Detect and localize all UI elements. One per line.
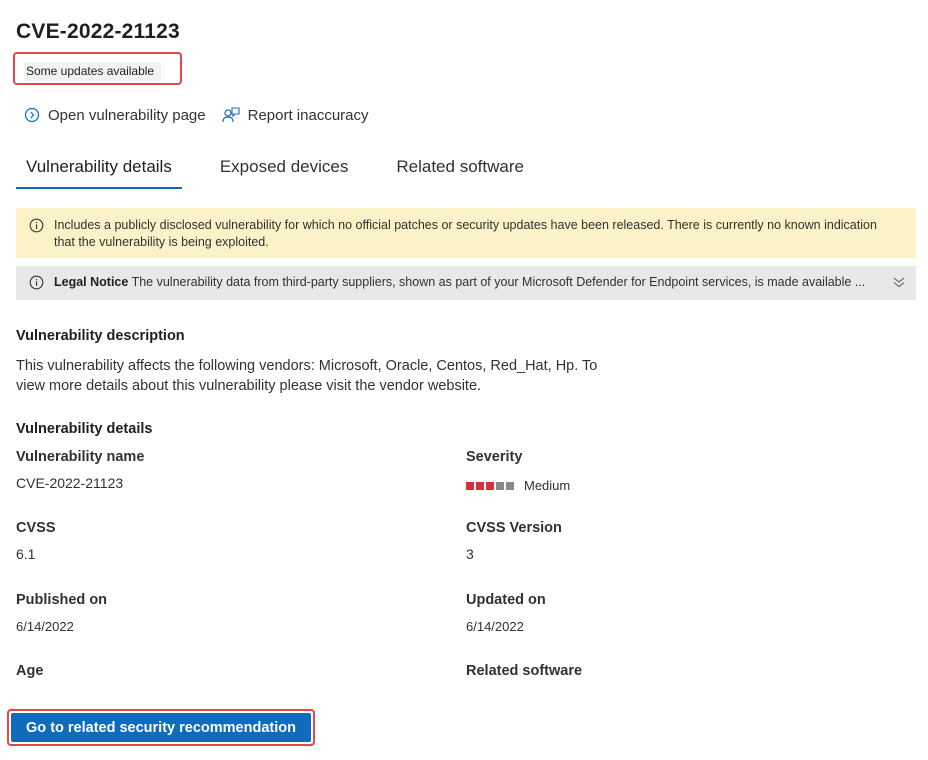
description-line-1: This vulnerability affects the following… xyxy=(16,358,598,374)
description-text: This vulnerability affects the following… xyxy=(16,356,616,396)
warning-text-line-2: that the vulnerability is being exploite… xyxy=(54,235,269,249)
severity-bar-segment xyxy=(496,481,504,490)
status-badge-highlight: Some updates available xyxy=(13,52,182,85)
cvss-value: 6.1 xyxy=(16,546,36,562)
action-bar: Open vulnerability page Report inaccurac… xyxy=(24,106,385,124)
severity-bar-segment xyxy=(486,481,494,490)
published-on-label: Published on xyxy=(16,592,108,608)
cta-highlight: Go to related security recommendation xyxy=(7,709,315,746)
tab-related-software[interactable]: Related software xyxy=(386,157,534,189)
info-icon xyxy=(29,275,44,290)
page-title: CVE-2022-21123 xyxy=(16,20,180,43)
cvss-label: CVSS xyxy=(16,520,56,536)
severity-value: Medium xyxy=(524,478,571,493)
published-on-value: 6/14/2022 xyxy=(16,619,74,634)
severity-bar-segment xyxy=(506,481,514,490)
updated-on-value: 6/14/2022 xyxy=(466,619,524,634)
severity-bar-segment xyxy=(466,481,474,490)
updated-on-label: Updated on xyxy=(466,592,546,608)
vulnerability-name-value: CVE-2022-21123 xyxy=(16,475,124,491)
warning-banner: Includes a publicly disclosed vulnerabil… xyxy=(16,208,916,258)
warning-text-line-1: Includes a publicly disclosed vulnerabil… xyxy=(54,218,877,232)
severity-indicator: Medium xyxy=(466,478,570,493)
tab-exposed-devices[interactable]: Exposed devices xyxy=(210,157,359,189)
tab-bar: Vulnerability details Exposed devices Re… xyxy=(16,157,562,189)
age-label: Age xyxy=(16,663,44,679)
severity-label: Severity xyxy=(466,449,523,465)
legal-notice-title: Legal Notice xyxy=(54,275,129,289)
report-inaccuracy-label: Report inaccuracy xyxy=(247,106,369,124)
vulnerability-name-label: Vulnerability name xyxy=(16,449,145,465)
chevron-circle-icon xyxy=(24,107,40,123)
description-line-2: view more details about this vulnerabili… xyxy=(16,378,482,394)
details-heading: Vulnerability details xyxy=(16,421,153,437)
open-vulnerability-page-label: Open vulnerability page xyxy=(48,106,206,124)
person-feedback-icon xyxy=(222,107,240,123)
cvss-version-label: CVSS Version xyxy=(466,520,562,536)
tab-vulnerability-details[interactable]: Vulnerability details xyxy=(16,157,182,189)
status-badge: Some updates available xyxy=(24,62,162,81)
cvss-version-value: 3 xyxy=(466,546,474,562)
severity-bars xyxy=(466,481,516,490)
legal-notice-banner: Legal Notice The vulnerability data from… xyxy=(16,266,916,300)
scroll-fade xyxy=(0,688,928,708)
go-to-recommendation-button[interactable]: Go to related security recommendation xyxy=(11,713,311,742)
severity-bar-segment xyxy=(476,481,484,490)
expand-chevron-icon[interactable] xyxy=(892,275,906,289)
legal-notice-text: The vulnerability data from third-party … xyxy=(131,275,866,289)
info-icon xyxy=(29,218,44,233)
related-software-label: Related software xyxy=(466,663,583,679)
description-heading: Vulnerability description xyxy=(16,328,185,344)
open-vulnerability-page-link[interactable]: Open vulnerability page xyxy=(24,107,206,124)
report-inaccuracy-link[interactable]: Report inaccuracy xyxy=(222,106,369,124)
